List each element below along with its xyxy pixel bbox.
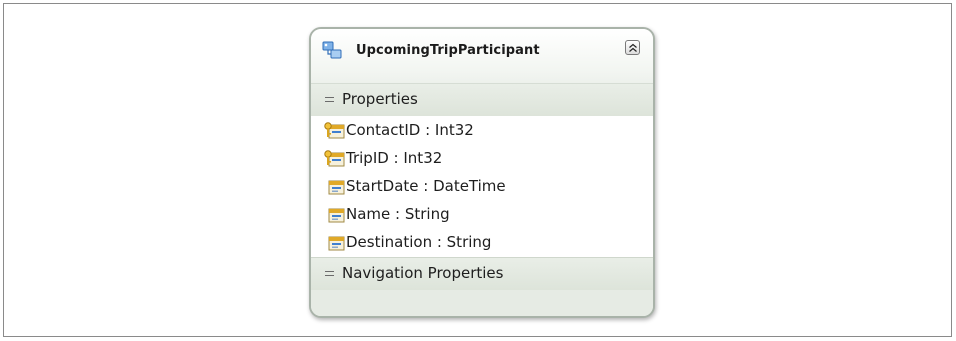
entity-footer <box>311 290 653 316</box>
scalar-property-icon <box>328 236 345 251</box>
double-chevron-up-icon <box>629 43 637 52</box>
scalar-property-icon <box>328 208 345 223</box>
properties-section-label: Properties <box>342 90 418 108</box>
properties-section-header[interactable]: Properties <box>311 84 653 116</box>
key-property-icon <box>324 122 345 139</box>
entity-shape[interactable]: UpcomingTripParticipant Properties Conta… <box>309 27 655 318</box>
diagram-canvas: UpcomingTripParticipant Properties Conta… <box>3 3 952 337</box>
navigation-section-header[interactable]: Navigation Properties <box>311 257 653 290</box>
property-row-destination[interactable]: Destination : String <box>311 229 653 257</box>
navigation-section-label: Navigation Properties <box>342 264 504 282</box>
property-label: StartDate : DateTime <box>346 177 506 195</box>
property-row-name[interactable]: Name : String <box>311 201 653 229</box>
key-property-icon <box>324 150 345 167</box>
property-row-tripid[interactable]: TripID : Int32 <box>311 145 653 173</box>
collapse-button[interactable] <box>625 40 640 55</box>
property-label: ContactID : Int32 <box>346 121 474 139</box>
property-label: TripID : Int32 <box>346 149 443 167</box>
collapse-properties-icon[interactable] <box>325 96 334 103</box>
entity-name: UpcomingTripParticipant <box>356 43 540 58</box>
property-label: Name : String <box>346 205 450 223</box>
scalar-property-icon <box>328 180 345 195</box>
property-row-contactid[interactable]: ContactID : Int32 <box>311 117 653 145</box>
entity-header: UpcomingTripParticipant <box>311 29 653 84</box>
entity-type-icon <box>322 41 342 59</box>
collapse-navigation-icon[interactable] <box>325 270 334 277</box>
property-label: Destination : String <box>346 233 492 251</box>
property-list: ContactID : Int32 TripID : Int32 StartDa… <box>311 116 653 257</box>
property-row-startdate[interactable]: StartDate : DateTime <box>311 173 653 201</box>
